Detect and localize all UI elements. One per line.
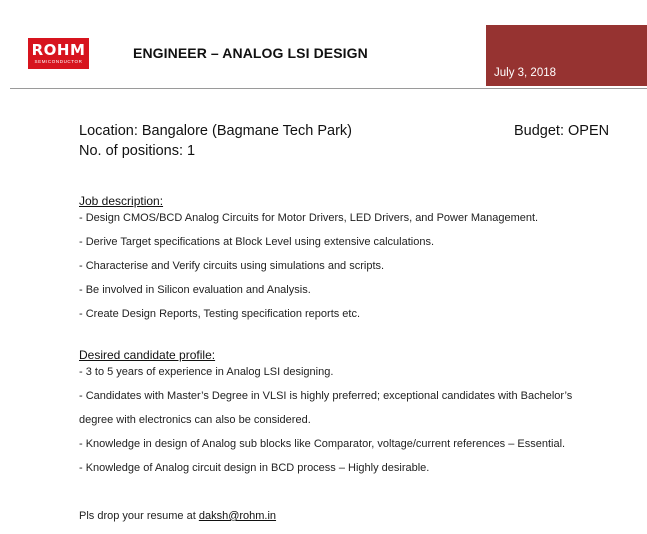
footer-text: Pls drop your resume at bbox=[79, 510, 199, 522]
candidate-profile-heading: Desired candidate profile: bbox=[79, 348, 216, 362]
list-item: - Create Design Reports, Testing specifi… bbox=[79, 308, 361, 320]
list-item: - Knowledge of Analog circuit design in … bbox=[79, 462, 430, 474]
job-description-heading: Job description: bbox=[79, 194, 164, 208]
list-item: - Derive Target specifications at Block … bbox=[79, 236, 435, 248]
rohm-logo: ROHM SEMICONDUCTOR bbox=[28, 38, 89, 69]
logo-text: ROHM bbox=[31, 41, 86, 59]
budget-text: Budget: OPEN bbox=[514, 123, 610, 139]
date-text: July 3, 2018 bbox=[494, 67, 557, 79]
list-item: - 3 to 5 years of experience in Analog L… bbox=[79, 366, 334, 378]
list-item: degree with electronics can also be cons… bbox=[79, 414, 311, 426]
email-link[interactable]: daksh@rohm.in bbox=[199, 510, 276, 522]
location-text: Location: Bangalore (Bagmane Tech Park) bbox=[79, 123, 352, 139]
date-banner: July 3, 2018 bbox=[486, 25, 647, 86]
logo-subtext: SEMICONDUCTOR bbox=[34, 59, 83, 64]
page-title: ENGINEER – ANALOG LSI DESIGN bbox=[133, 45, 368, 61]
list-item: - Design CMOS/BCD Analog Circuits for Mo… bbox=[79, 212, 539, 224]
positions-text: No. of positions: 1 bbox=[79, 143, 196, 159]
list-item: - Candidates with Master’s Degree in VLS… bbox=[79, 390, 573, 402]
list-item: - Be involved in Silicon evaluation and … bbox=[79, 284, 311, 296]
footer-line: Pls drop your resume at daksh@rohm.in bbox=[79, 510, 276, 522]
list-item: - Characterise and Verify circuits using… bbox=[79, 260, 385, 272]
list-item: - Knowledge in design of Analog sub bloc… bbox=[79, 438, 566, 450]
header-divider bbox=[10, 88, 647, 89]
